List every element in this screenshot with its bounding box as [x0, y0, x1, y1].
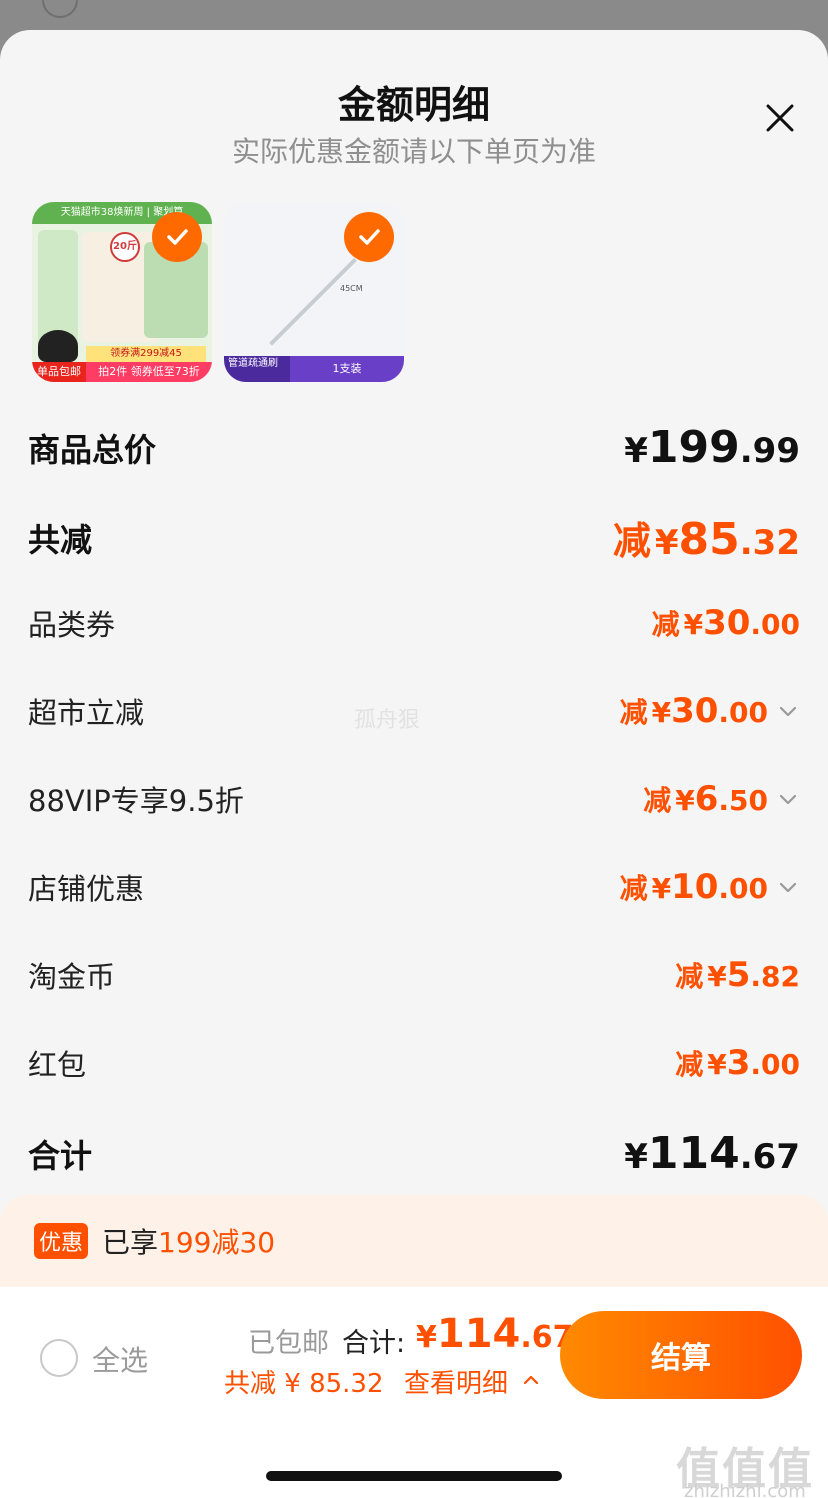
- currency-symbol: ¥: [624, 431, 648, 471]
- quantity-tag: 1支装: [290, 356, 404, 382]
- home-indicator[interactable]: [266, 1471, 562, 1481]
- amount-integer: 199: [647, 422, 740, 473]
- amount-integer: 3: [726, 1043, 751, 1083]
- view-detail-link[interactable]: 查看明细: [404, 1363, 508, 1400]
- amount-integer: 30: [671, 691, 719, 731]
- currency-symbol: ¥: [683, 608, 704, 641]
- selected-check-icon[interactable]: [152, 212, 202, 262]
- product-thumbnail-dog-food[interactable]: 天猫超市38焕新周 | 聚划算 20斤 领券满299减45 拍2件 领券低至73…: [32, 202, 212, 382]
- currency-symbol: ¥: [654, 523, 679, 563]
- chevron-up-icon[interactable]: [520, 1369, 542, 1391]
- currency-symbol: ¥: [707, 960, 727, 993]
- amount-decimal: .00: [718, 872, 768, 905]
- discount-prefix: 减: [612, 519, 651, 563]
- checkout-button[interactable]: 结算: [560, 1311, 802, 1399]
- discount-prefix: 减: [619, 696, 648, 729]
- select-all-radio[interactable]: [40, 1339, 78, 1377]
- row-store-discount[interactable]: 店铺优惠 减 ¥ 10 .00: [28, 866, 800, 908]
- amount-decimal: .82: [750, 960, 800, 993]
- close-icon[interactable]: [762, 100, 798, 136]
- brush-image: [269, 258, 357, 346]
- site-watermark-url: zhizhizhi.com: [684, 1481, 806, 1498]
- row-label: 超市立减: [28, 696, 145, 730]
- discount-promo: 拍2件 领券低至73折: [86, 362, 212, 382]
- free-shipping-flag: 单品包邮: [32, 362, 86, 382]
- row-value: 减 ¥ 5 .82: [675, 955, 800, 995]
- promo-text: 已享: [102, 1226, 159, 1259]
- checkout-footer: 全选 已包邮 合计: ¥ 114 .67 共减 ¥ 85.32 查看明细 结算 …: [0, 1287, 828, 1498]
- product-thumbnail-pipe-brush[interactable]: 45CM 管道疏通刷 1支装: [224, 202, 404, 382]
- coupon-promo: 领券满299减45: [86, 346, 206, 362]
- weight-tag: 20斤: [110, 232, 140, 262]
- row-value: 减 ¥ 30 .00: [652, 603, 800, 643]
- amount-detail-sheet: 金额明细 实际优惠金额请以下单页为准 天猫超市38焕新周 | 聚划算 20斤 领…: [0, 30, 828, 1498]
- amount-decimal: .50: [718, 784, 768, 817]
- row-value: 减 ¥ 30 .00: [620, 691, 800, 731]
- row-label: 红包: [28, 1048, 87, 1082]
- row-goods-total: 商品总价 ¥ 199 .99: [28, 422, 800, 473]
- discount-prefix: 减: [675, 960, 704, 993]
- row-88vip-discount[interactable]: 88VIP专享9.5折 减 ¥ 6 .50: [28, 778, 800, 820]
- amount-integer: 114: [436, 1311, 521, 1357]
- row-taojinbi: 淘金币 减 ¥ 5 .82: [28, 954, 800, 996]
- row-label: 共减: [28, 520, 93, 559]
- discount-prefix: 减: [643, 784, 672, 817]
- total-label: 合计:: [342, 1328, 406, 1359]
- promo-strip: 优惠 已享 199减30: [0, 1195, 828, 1287]
- sheet-subtitle: 实际优惠金额请以下单页为准: [231, 135, 596, 168]
- amount-integer: 30: [703, 603, 751, 643]
- row-total-discount: 共减 减 ¥ 85 .32: [28, 510, 800, 565]
- discount-prefix: 减: [675, 1048, 704, 1081]
- chevron-down-icon[interactable]: [776, 699, 800, 723]
- discount-prefix: 减: [619, 872, 648, 905]
- row-value: ¥ 114 .67: [624, 1128, 800, 1179]
- row-category-coupon: 品类券 减 ¥ 30 .00: [28, 602, 800, 644]
- amount-integer: 6: [694, 779, 719, 819]
- promo-badge: 优惠: [34, 1223, 89, 1259]
- row-red-packet: 红包 减 ¥ 3 .00: [28, 1042, 800, 1084]
- currency-symbol: ¥: [675, 784, 695, 817]
- currency-symbol: ¥: [624, 1137, 648, 1177]
- sheet-title: 金额明细: [337, 83, 490, 127]
- amount-integer: 5: [726, 955, 751, 995]
- discount-prefix: 减: [651, 608, 680, 641]
- selected-check-icon[interactable]: [344, 212, 394, 262]
- row-value: 减 ¥ 10 .00: [620, 867, 800, 907]
- row-value: 减 ¥ 6 .50: [643, 779, 800, 819]
- amount-decimal: .67: [739, 1137, 800, 1177]
- currency-symbol: ¥: [416, 1320, 437, 1355]
- currency-symbol: ¥: [651, 872, 672, 905]
- row-value: ¥ 199 .99: [624, 422, 800, 473]
- product-tag: 管道疏通刷: [224, 356, 290, 382]
- shipping-status: 已包邮: [248, 1328, 329, 1359]
- chevron-down-icon[interactable]: [776, 787, 800, 811]
- amount-decimal: .00: [750, 1048, 800, 1081]
- row-label: 品类券: [28, 608, 116, 642]
- promo-highlight: 199减30: [158, 1226, 276, 1259]
- row-label: 店铺优惠: [28, 872, 145, 906]
- chevron-down-icon[interactable]: [776, 875, 800, 899]
- row-label: 合计: [28, 1136, 93, 1175]
- row-grand-total: 合计 ¥ 114 .67: [28, 1128, 800, 1179]
- row-label: 淘金币: [28, 960, 116, 994]
- tmall-cat-icon: [38, 330, 78, 362]
- amount-integer: 114: [647, 1128, 740, 1179]
- amount-decimal: .99: [739, 431, 800, 471]
- user-watermark: 孤舟狠: [354, 708, 421, 733]
- total-value: ¥ 114 .67: [416, 1311, 574, 1357]
- length-label: 45CM: [340, 284, 363, 293]
- amount-decimal: .32: [739, 523, 800, 563]
- amount-decimal: .00: [718, 696, 768, 729]
- currency-symbol: ¥: [651, 696, 672, 729]
- select-all-label[interactable]: 全选: [92, 1339, 148, 1379]
- currency-symbol: ¥: [707, 1048, 727, 1081]
- amount-integer: 85: [678, 514, 740, 565]
- row-value: 减 ¥ 85 .32: [613, 510, 800, 565]
- row-label: 88VIP专享9.5折: [28, 784, 244, 818]
- amount-decimal: .00: [750, 608, 800, 641]
- saved-amount: 共减 ¥ 85.32: [224, 1369, 384, 1399]
- amount-integer: 10: [671, 867, 719, 907]
- row-value: 减 ¥ 3 .00: [675, 1043, 800, 1083]
- row-label: 商品总价: [28, 430, 157, 469]
